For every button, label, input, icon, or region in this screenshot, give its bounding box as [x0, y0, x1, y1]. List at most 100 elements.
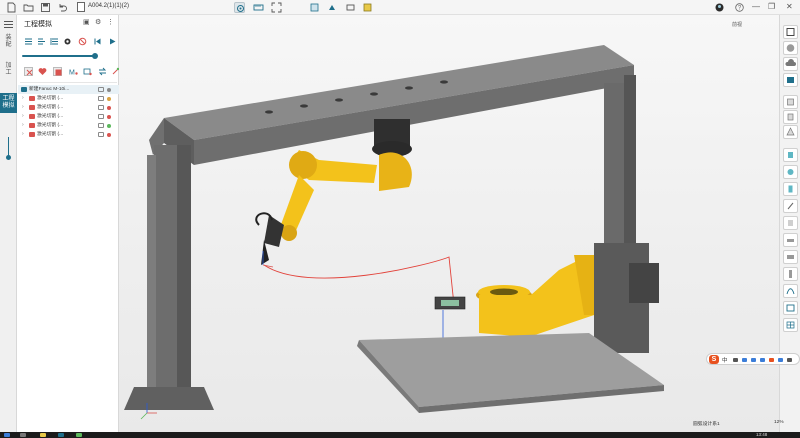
path-heart-icon[interactable]: [38, 67, 47, 76]
material-icon[interactable]: [362, 2, 373, 13]
panel-settings-icon[interactable]: ⚙: [95, 19, 101, 27]
emoji-icon[interactable]: [742, 358, 747, 362]
user-avatar-icon[interactable]: [714, 2, 725, 13]
list-view-icon[interactable]: [24, 37, 33, 46]
close-button[interactable]: ✕: [786, 2, 793, 12]
app-taskbar-icon[interactable]: [58, 433, 64, 437]
tree-row-laser-cut[interactable]: › 激光切割 (...: [18, 112, 119, 121]
layers-icon[interactable]: [783, 73, 798, 87]
tube-icon[interactable]: [783, 182, 798, 196]
settings-icon[interactable]: [98, 132, 104, 137]
teal-block-icon[interactable]: [783, 148, 798, 162]
settings-icon[interactable]: [98, 114, 104, 119]
bracket-icon[interactable]: [783, 216, 798, 230]
open-folder-icon[interactable]: [23, 2, 34, 13]
path-m-icon[interactable]: M: [69, 67, 78, 76]
align-icon[interactable]: [37, 37, 46, 46]
path-red-icon[interactable]: [24, 67, 33, 76]
expand-list-icon[interactable]: [50, 37, 59, 46]
pen-icon[interactable]: [783, 199, 798, 213]
document-icon: [77, 2, 85, 12]
beam-icon[interactable]: [783, 250, 798, 264]
chevron-right-icon[interactable]: ›: [22, 94, 24, 103]
tree-row-robot[interactable]: 新建Fanuc M-10i...: [18, 85, 119, 94]
rail-tab-machining[interactable]: 加工: [3, 63, 14, 77]
settings-icon[interactable]: [98, 105, 104, 110]
hamburger-menu-icon[interactable]: [4, 21, 13, 28]
settings-icon[interactable]: [98, 96, 104, 101]
browser-icon[interactable]: [76, 433, 82, 437]
frame-icon[interactable]: [783, 301, 798, 315]
tree-row-label: 激光切割 (...: [37, 105, 64, 110]
view-orientation-label[interactable]: 前视: [732, 21, 742, 28]
chevron-right-icon[interactable]: ›: [22, 130, 24, 139]
document-title[interactable]: A004.2(1)(1)(2): [88, 3, 129, 9]
curve-icon[interactable]: [783, 284, 798, 298]
light-icon[interactable]: [345, 2, 356, 13]
step-back-icon[interactable]: [93, 37, 102, 46]
settings-icon[interactable]: [98, 87, 104, 92]
clock[interactable]: 13:48: [756, 432, 767, 438]
tree-row-laser-cut[interactable]: › 激光切割 (...: [18, 103, 119, 112]
plate-icon[interactable]: [783, 233, 798, 247]
start-icon[interactable]: [4, 433, 10, 437]
measure-icon[interactable]: [253, 2, 264, 13]
speed-slider-handle[interactable]: [92, 53, 98, 59]
cloud-icon[interactable]: [783, 57, 798, 71]
undo-icon[interactable]: [57, 2, 68, 13]
block-tool-icon[interactable]: [783, 95, 798, 109]
laser-cut-icon: [29, 105, 35, 110]
mesh-icon[interactable]: [783, 318, 798, 332]
3d-viewport[interactable]: 前视: [119, 15, 779, 432]
rail-slider-handle[interactable]: [6, 155, 11, 160]
help-icon[interactable]: ?: [734, 2, 745, 13]
sphere-icon[interactable]: [783, 41, 798, 55]
coordinate-system-status[interactable]: 圆弧设计系1: [693, 420, 720, 427]
path-swap-icon[interactable]: [98, 67, 107, 76]
app-window: A004.2(1)(1)(2) ? — ❐ ✕ 装配 加工 工程模拟 工程模拟 …: [0, 0, 800, 438]
path-grid-icon[interactable]: [53, 67, 62, 76]
rail-tab-simulation[interactable]: 工程模拟: [0, 93, 17, 113]
view-cube-icon[interactable]: [783, 25, 798, 39]
fit-view-icon[interactable]: [271, 2, 282, 13]
tree-row-laser-cut[interactable]: › 激光切割 (...: [18, 94, 119, 103]
panel-save-icon[interactable]: ▣: [83, 19, 90, 27]
path-table-icon[interactable]: [83, 67, 92, 76]
stop-icon[interactable]: [78, 37, 87, 46]
ime-toolbar[interactable]: S 中: [706, 353, 800, 365]
cylinder-tool-icon[interactable]: [783, 110, 798, 124]
search-icon[interactable]: [20, 433, 26, 437]
grid-menu-icon[interactable]: [787, 358, 792, 362]
play-icon[interactable]: [108, 37, 117, 46]
section-view-icon[interactable]: [309, 2, 320, 13]
save-icon[interactable]: [40, 2, 51, 13]
orbit-icon[interactable]: [234, 2, 245, 13]
tree-row-laser-cut[interactable]: › 激光切割 (...: [18, 121, 119, 130]
rail-tab-assembly[interactable]: 装配: [3, 35, 14, 49]
file-explorer-icon[interactable]: [40, 433, 46, 437]
gear-part-icon[interactable]: [783, 165, 798, 179]
chevron-right-icon[interactable]: ›: [22, 112, 24, 121]
settings-icon[interactable]: [98, 123, 104, 128]
status-dot: [107, 106, 111, 110]
restore-button[interactable]: ❐: [768, 2, 775, 12]
keyboard-icon[interactable]: [760, 358, 765, 362]
left-rail: 装配 加工 工程模拟: [0, 15, 17, 432]
tree-row-laser-cut[interactable]: › 激光切割 (...: [18, 130, 119, 139]
cone-tool-icon[interactable]: [783, 125, 798, 139]
zoom-level[interactable]: 12%: [774, 420, 784, 425]
record-icon[interactable]: [63, 37, 72, 46]
ime-mode-label[interactable]: 中: [722, 356, 728, 364]
minimize-button[interactable]: —: [752, 2, 760, 12]
laser-path: [263, 256, 455, 306]
chevron-right-icon[interactable]: ›: [22, 121, 24, 130]
chevron-right-icon[interactable]: ›: [22, 103, 24, 112]
new-file-icon[interactable]: [6, 2, 17, 13]
microphone-icon[interactable]: [751, 358, 756, 362]
display-mode-icon[interactable]: [327, 2, 338, 13]
column-icon[interactable]: [783, 267, 798, 281]
skin-icon[interactable]: [769, 358, 774, 362]
panel-more-icon[interactable]: ⋮: [107, 19, 114, 27]
punctuation-icon[interactable]: [733, 358, 738, 362]
toolbox-icon[interactable]: [778, 358, 783, 362]
